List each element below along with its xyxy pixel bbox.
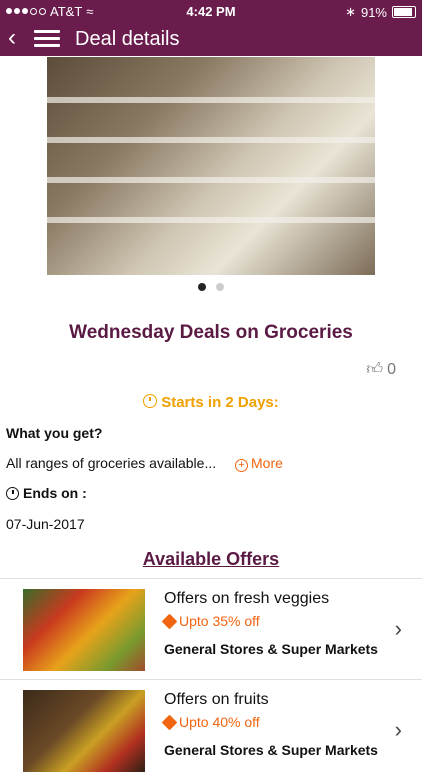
battery-icon: [392, 6, 416, 18]
clock-icon: [143, 394, 158, 408]
ends-label: Ends on :: [23, 485, 87, 501]
offer-thumbnail: [23, 690, 145, 772]
tag-icon: [161, 714, 178, 730]
offer-item[interactable]: Offers on fruits Upto 40% off General St…: [0, 681, 422, 779]
deal-image[interactable]: [47, 57, 375, 275]
more-link[interactable]: + More: [235, 455, 283, 472]
deal-description: All ranges of groceries available...: [6, 455, 217, 471]
clock-icon: [6, 486, 19, 500]
status-bar: AT&T ≈ 4:42 PM ∗ 91%: [0, 0, 422, 22]
divider: [0, 578, 422, 579]
thumbs-up-icon: 👍︎: [366, 361, 384, 378]
offer-category: General Stores & Super Markets: [164, 742, 378, 758]
like-count: 0: [387, 360, 396, 378]
status-right: ∗ 91%: [345, 4, 416, 20]
chevron-right-icon: ›: [394, 616, 402, 641]
carousel-dot[interactable]: [216, 283, 224, 291]
bluetooth-icon: ∗: [345, 4, 356, 19]
tag-icon: [161, 613, 178, 629]
nav-bar: ‹ Deal details: [0, 22, 422, 56]
like-button[interactable]: 👍︎ 0: [366, 360, 396, 379]
menu-icon[interactable]: [34, 30, 60, 48]
offer-item[interactable]: Offers on fresh veggies Upto 35% off Gen…: [0, 580, 422, 678]
ends-on: Ends on :: [6, 485, 87, 501]
offer-discount: Upto 40% off: [161, 714, 260, 730]
divider: [0, 679, 422, 680]
offer-category: General Stores & Super Markets: [164, 641, 378, 657]
carousel-dot[interactable]: [198, 283, 206, 291]
battery-percent: 91%: [360, 4, 387, 20]
offer-thumbnail: [23, 589, 145, 671]
starts-in: Starts in 2 Days:: [0, 394, 422, 411]
offer-discount: Upto 35% off: [161, 613, 260, 629]
page-title: Deal details: [75, 28, 180, 50]
discount-label: Upto 35% off: [179, 613, 260, 629]
starts-label: Starts in 2 Days:: [161, 394, 279, 411]
offer-name: Offers on fresh veggies: [164, 590, 330, 607]
deal-title: Wednesday Deals on Groceries: [69, 322, 353, 343]
carousel-dots: [0, 278, 422, 296]
chevron-right-icon: ›: [394, 717, 402, 742]
offer-name: Offers on fruits: [164, 691, 269, 708]
discount-label: Upto 40% off: [179, 714, 260, 730]
what-label: What you get?: [6, 425, 103, 441]
more-label: More: [251, 455, 283, 471]
end-date: 07-Jun-2017: [6, 516, 85, 532]
back-icon[interactable]: ‹: [8, 26, 16, 50]
plus-icon: +: [235, 459, 248, 472]
available-offers-heading: Available Offers: [142, 549, 280, 569]
